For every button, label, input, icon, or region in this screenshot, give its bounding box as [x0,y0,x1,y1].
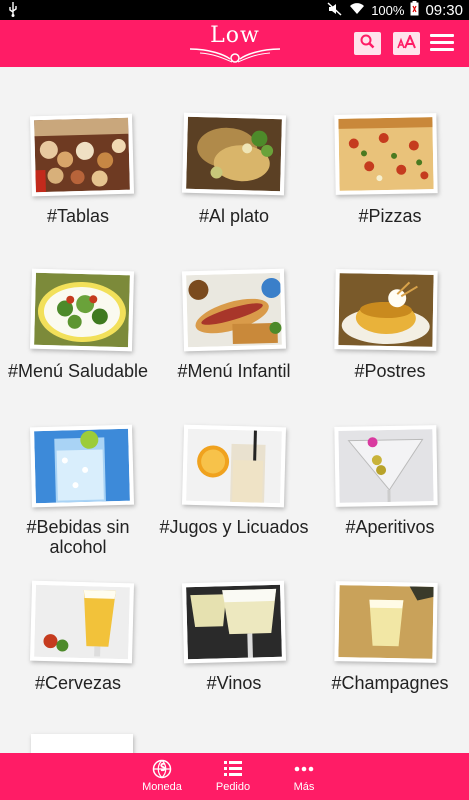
nav-moneda[interactable]: Moneda [127,759,197,793]
category-label: #Pizzas [358,206,422,226]
nav-label: Moneda [142,781,182,793]
mute-icon [327,1,343,19]
nav-label: Más [293,781,315,793]
nav-label: Pedido [215,781,251,793]
beer-image [34,584,130,660]
hotdog-image [186,272,282,348]
cocktail-image [338,429,434,503]
category-photo [334,269,438,351]
flan-image [338,273,434,347]
category-photo [181,268,287,352]
pizza-image [338,117,434,191]
menu-icon [430,34,454,37]
category-photo [29,268,135,352]
category-label: #Menú Saludable [7,361,149,381]
category-label: #Menú Infantil [177,361,291,381]
category-label: #Postres [354,361,426,381]
plated-dish-image [186,116,282,192]
wifi-icon [349,2,365,18]
battery-icon [410,1,419,19]
nav-mas[interactable]: Más [269,759,339,793]
category-photo [181,424,287,508]
category-label: #Bebidas sin alcohol [26,517,130,557]
hamburger-menu-button[interactable] [430,32,454,54]
category-photo [29,424,135,508]
category-label: #Champagnes [331,673,449,693]
juice-image [186,428,282,504]
soft-drink-image [34,428,130,504]
category-photo [181,580,287,664]
category-photo [334,581,438,663]
wine-image [186,584,282,660]
category-label: #Vinos [206,673,262,693]
font-size-button[interactable] [393,32,420,55]
currency-globe-icon [127,759,197,779]
category-label: #Tablas [46,206,110,226]
category-photo-partial [31,734,133,753]
category-photo [29,113,135,197]
app-header: Low [0,20,469,67]
app-logo: Low [180,21,290,65]
category-photo [181,112,287,196]
font-size-icon [396,33,417,52]
status-time: 09:30 [425,1,463,19]
champagne-image [338,585,434,659]
category-label: #Cervezas [34,673,122,693]
category-grid: #Tablas #Al plato #Pizzas #Menú Saludabl… [0,67,469,753]
battery-percent: 100% [371,2,405,18]
bottom-nav: Moneda Pedido Más [0,753,469,800]
list-icon [198,759,268,779]
more-dots-icon [269,759,339,779]
search-icon [360,34,375,54]
category-label: #Jugos y Licuados [159,517,309,537]
salad-image [34,272,130,348]
category-label: #Aperitivos [345,517,435,537]
category-photo [29,580,135,664]
status-bar: 100% 09:30 [0,0,469,20]
nav-pedido[interactable]: Pedido [198,759,268,793]
category-photo [334,113,438,195]
search-button[interactable] [354,32,381,55]
usb-icon [8,2,18,20]
platter-image [34,117,130,193]
category-photo [334,425,438,507]
category-label: #Al plato [198,206,270,226]
